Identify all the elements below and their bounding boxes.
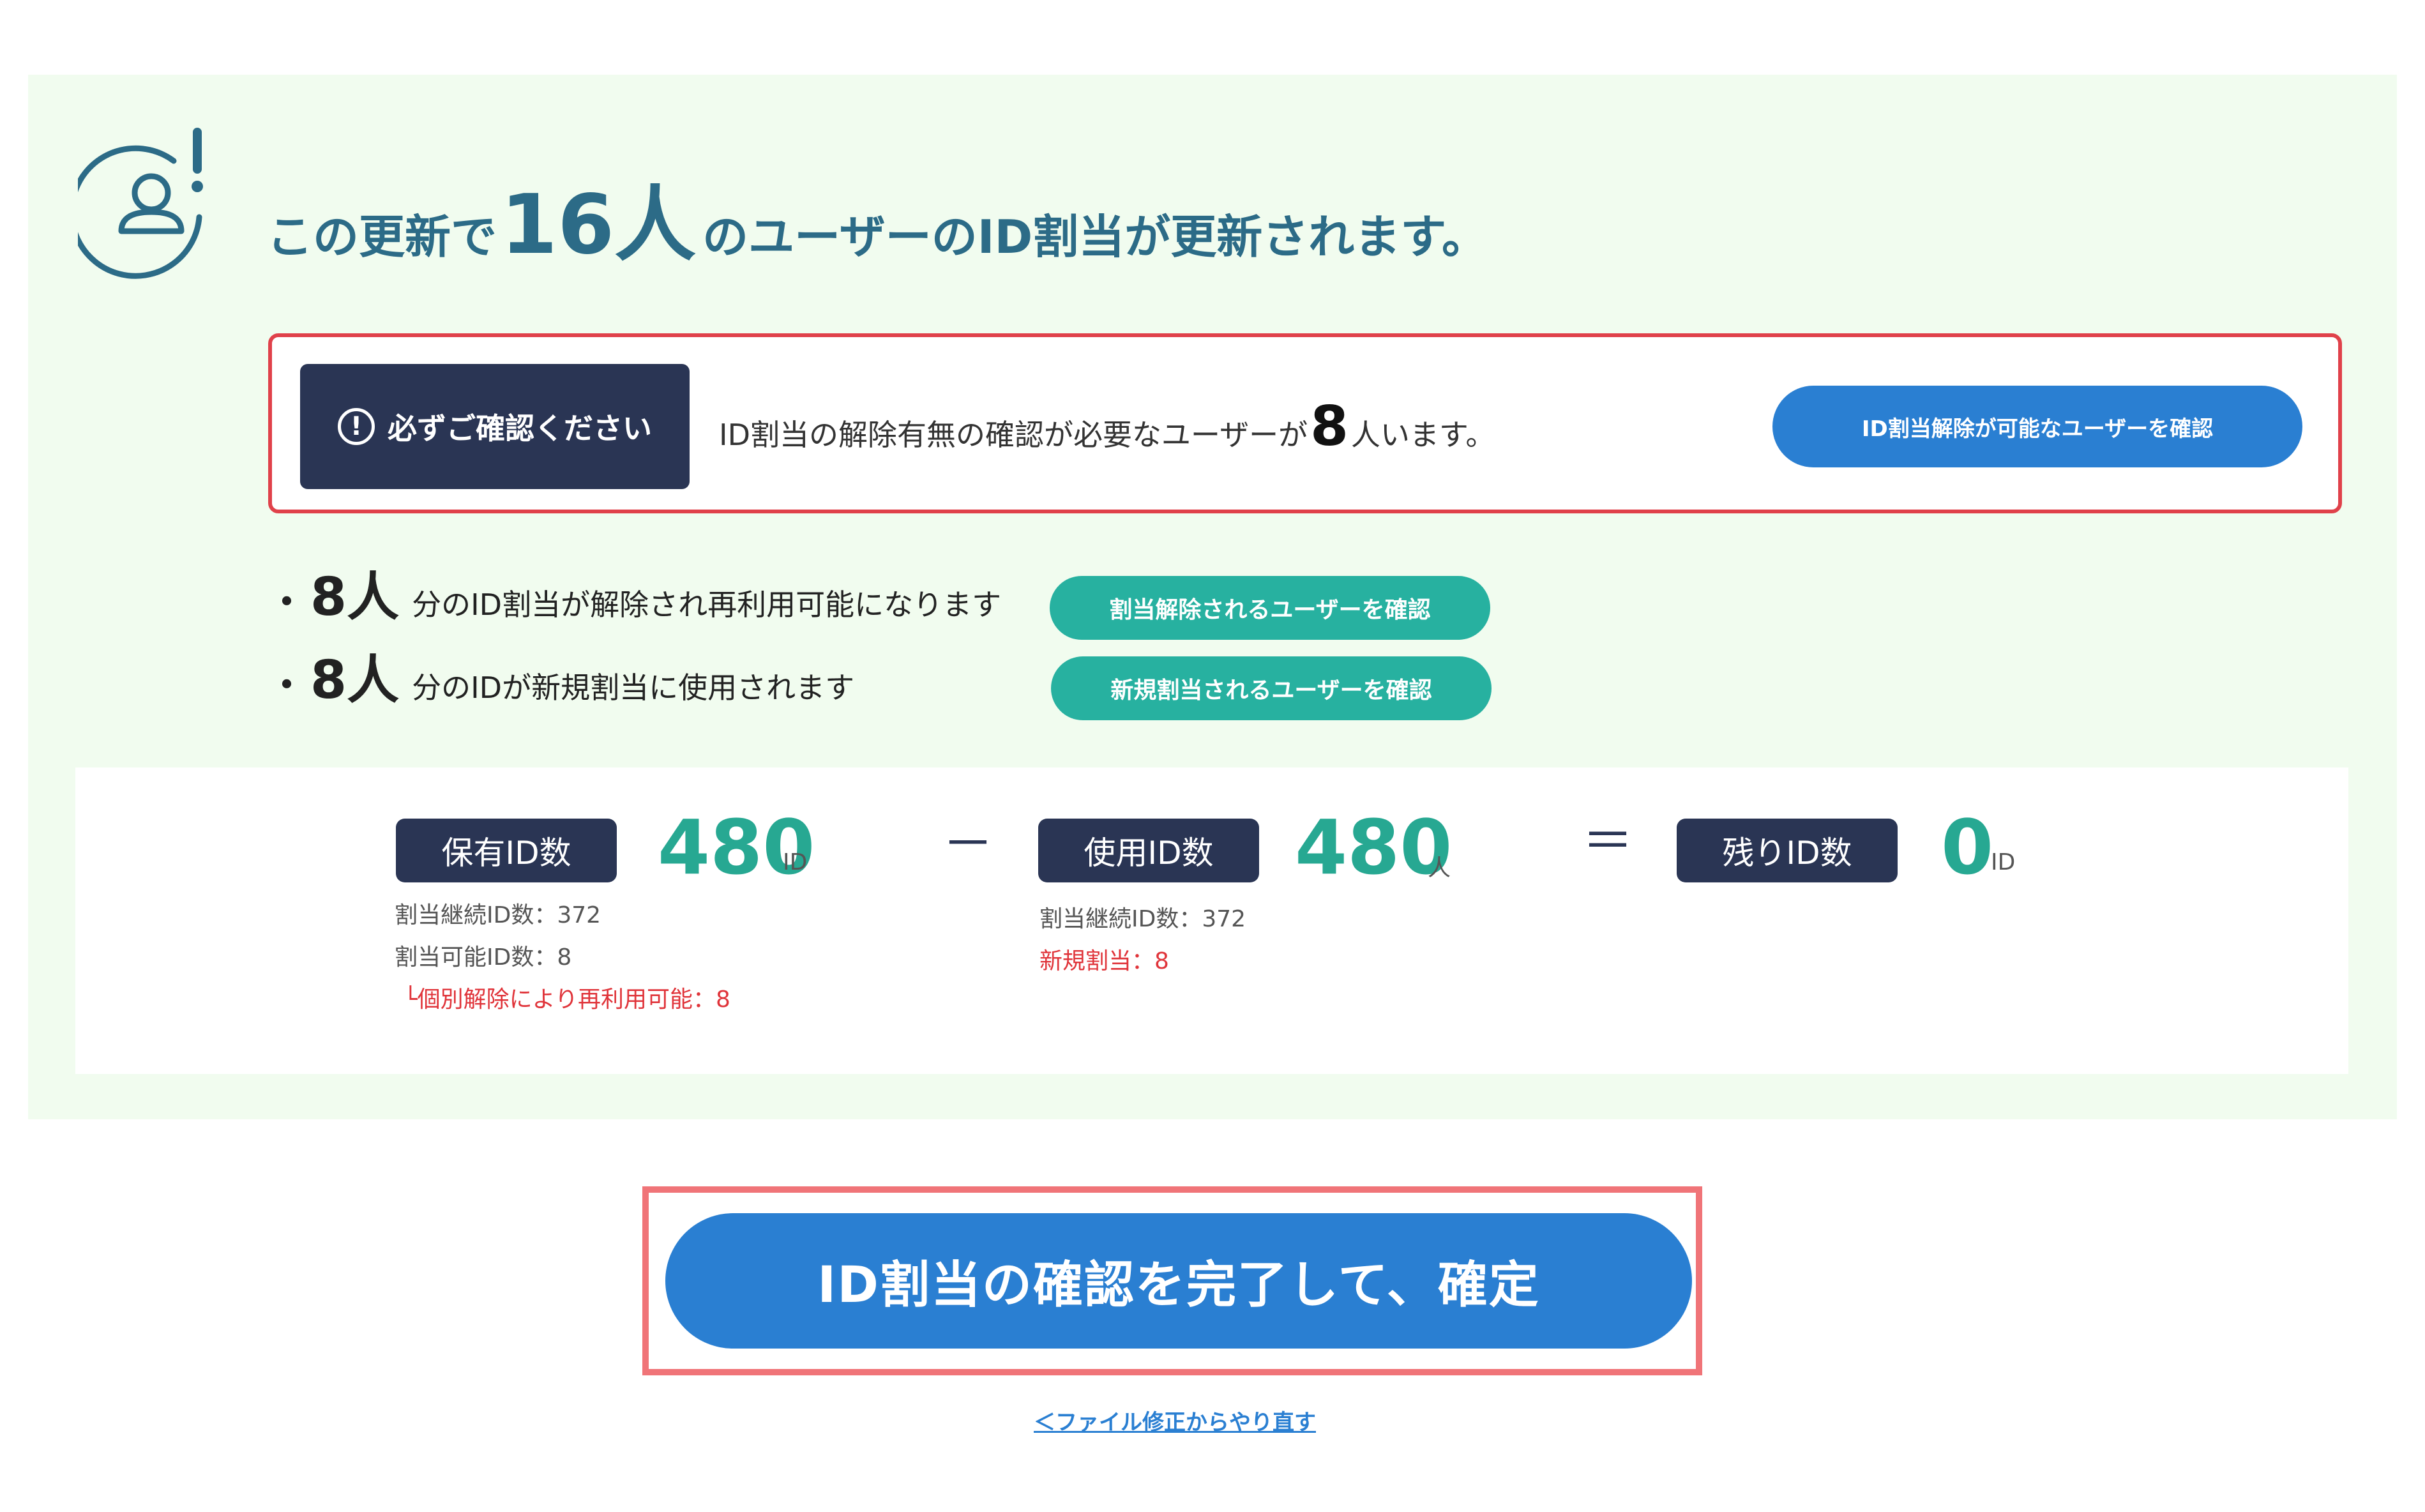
alert-message-suffix: 人います。 (1350, 418, 1495, 452)
must-confirm-label: 必ずご確認ください (388, 411, 652, 446)
release-summary-line: ・ 8人 分のID割当が解除され再利用可能になります (268, 554, 1001, 630)
used-new-assign-count: 新規割当：8 (1039, 948, 1169, 974)
owned-assignable-count: 割当可能ID数：8 (395, 944, 572, 971)
confirm-button-frame: ID割当の確認を完了して、確定 (642, 1186, 1702, 1375)
alert-message-prefix: ID割当の解除有無の確認が必要なユーザーが (719, 418, 1308, 452)
minus-operator: － (942, 814, 993, 873)
new-assign-summary-line: ・ 8人 分のIDが新規割当に使用されます (268, 637, 854, 713)
remaining-id-label: 残りID数 (1677, 819, 1898, 882)
release-description: 分のID割当が解除され再利用可能になります (412, 587, 1002, 622)
used-continue-count: 割当継続ID数：372 (1039, 906, 1246, 932)
remaining-id-unit: ID (1991, 849, 2016, 875)
new-assign-description: 分のIDが新規割当に使用されます (412, 670, 855, 705)
bullet-dot: ・ (268, 663, 306, 707)
check-releasable-users-button[interactable]: ID割当解除が可能なユーザーを確認 (1772, 386, 2302, 467)
check-released-users-button[interactable]: 割当解除されるユーザーを確認 (1050, 576, 1490, 640)
redo-from-file-edit-link[interactable]: ＜ファイル修正からやり直す (1022, 1405, 1328, 1436)
new-assign-count: 8人 (310, 650, 400, 711)
release-count: 8人 (310, 567, 400, 628)
exclamation-circle-icon: ! (338, 408, 375, 445)
equals-operator: ＝ (1582, 812, 1633, 871)
complete-and-confirm-button[interactable]: ID割当の確認を完了して、確定 (665, 1213, 1692, 1349)
remaining-id-value: 0 (1941, 803, 1994, 891)
alert-message: ID割当の解除有無の確認が必要なユーザーが 8 人います。 (719, 395, 1495, 458)
headline-user-count: 16人 (501, 178, 697, 273)
headline-prefix: この更新で (267, 210, 497, 264)
confirmation-alert-box: ! 必ずご確認ください ID割当の解除有無の確認が必要なユーザーが 8 人います… (268, 333, 2342, 513)
used-id-label: 使用ID数 (1038, 819, 1259, 882)
id-count-summary: 保有ID数 480 ID 割当継続ID数：372 割当可能ID数：8 └個別解除… (75, 767, 2348, 1074)
used-id-unit: 人 (1428, 855, 1451, 881)
check-new-assigned-users-button[interactable]: 新規割当されるユーザーを確認 (1051, 656, 1492, 720)
owned-continue-count: 割当継続ID数：372 (395, 902, 601, 928)
update-headline: この更新で 16人 のユーザーのID割当が更新されます。 (267, 158, 1488, 273)
owned-id-label: 保有ID数 (396, 819, 617, 882)
owned-reusable-count: └個別解除により再利用可能：8 (404, 987, 730, 1013)
alert-user-count: 8 (1310, 395, 1348, 458)
user-alert-icon (78, 128, 203, 279)
headline-suffix: のユーザーのID割当が更新されます。 (702, 210, 1488, 264)
owned-id-unit: ID (783, 849, 808, 875)
bullet-dot: ・ (268, 580, 306, 624)
must-confirm-badge: ! 必ずご確認ください (300, 364, 690, 489)
